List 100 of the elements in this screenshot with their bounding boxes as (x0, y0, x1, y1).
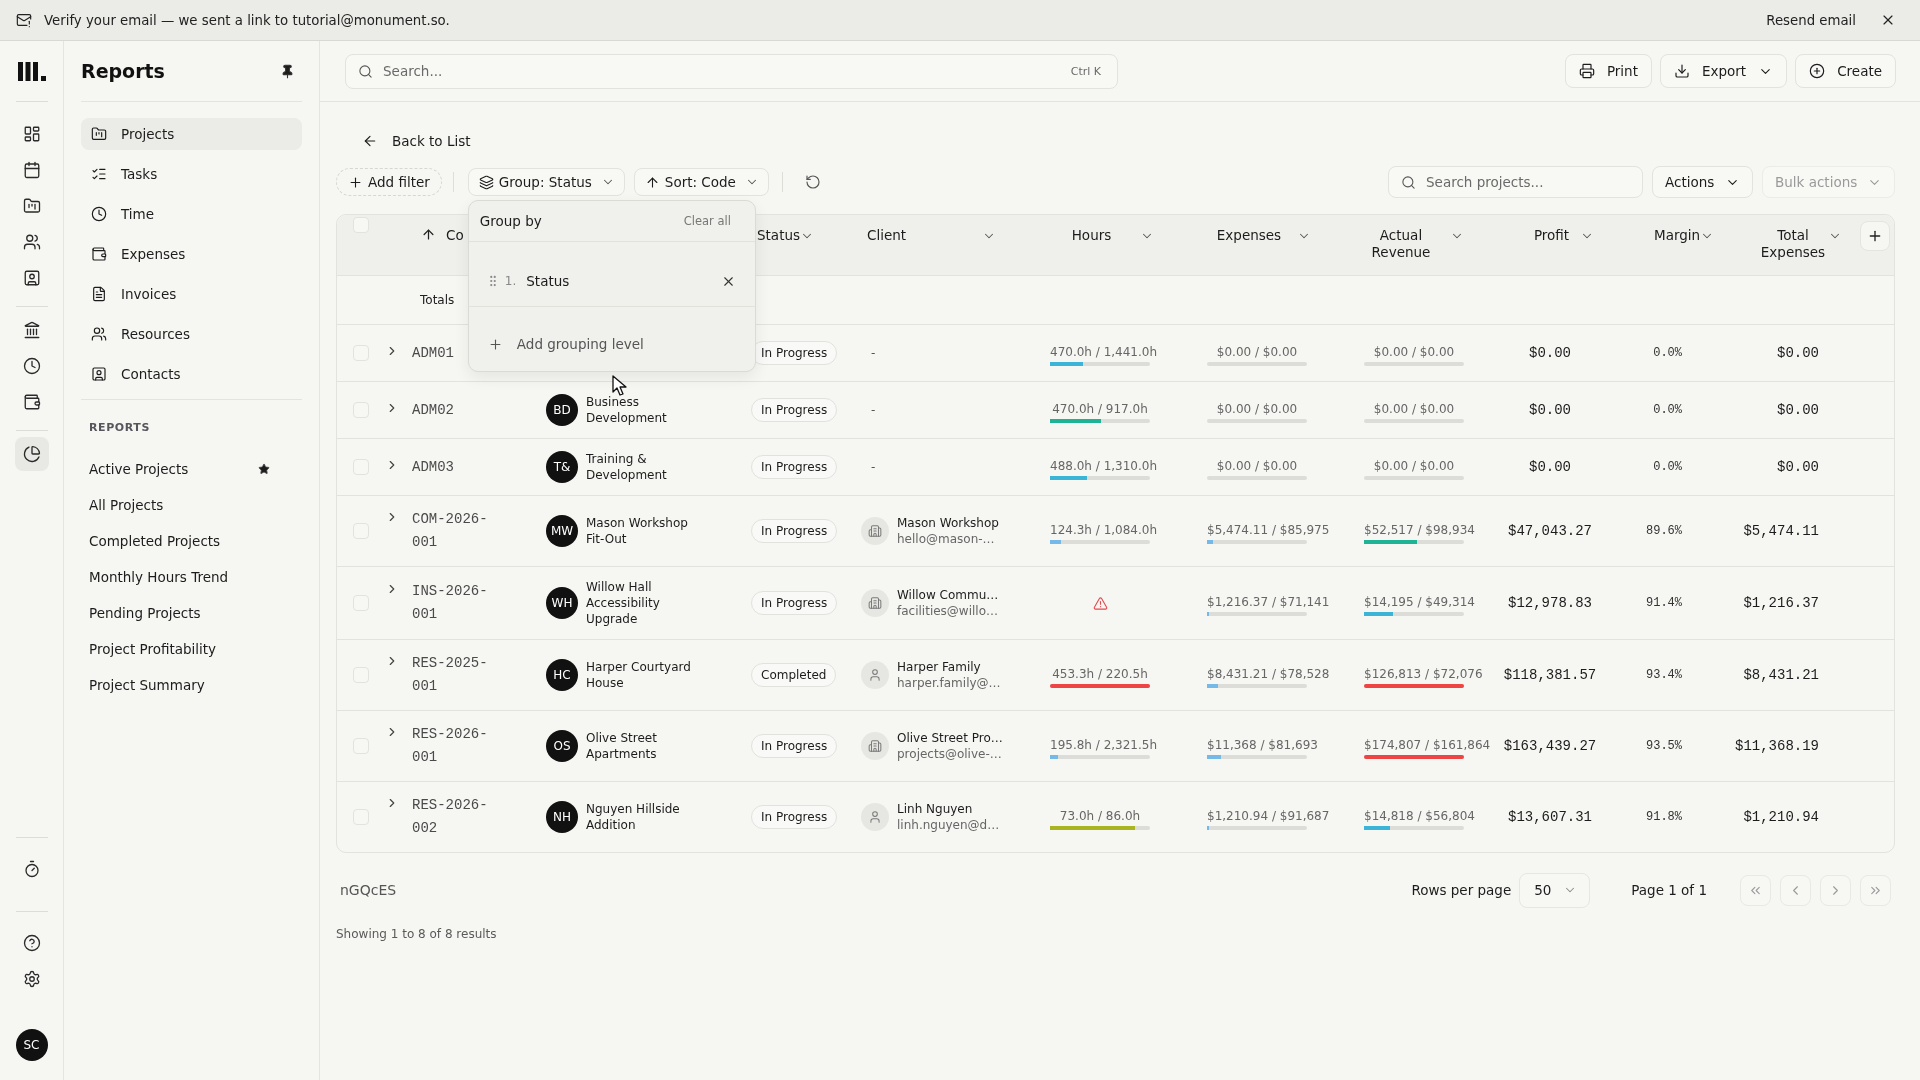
progress-text: 470.0h / 917.0h (1052, 400, 1148, 417)
nav-item[interactable]: Expenses (81, 238, 302, 270)
project-name: Business Development (586, 394, 668, 426)
calendar-icon[interactable] (22, 161, 41, 179)
profit-amount: $163,439.27 (1503, 738, 1597, 754)
export-button[interactable]: Export (1659, 54, 1788, 88)
empty-value: - (870, 346, 876, 360)
settings-icon[interactable] (22, 970, 41, 988)
report-link[interactable]: Project Profitability (81, 631, 302, 667)
search-projects-field[interactable]: Search projects... (1388, 166, 1643, 198)
expense-total: $1,216.37 (1743, 595, 1819, 611)
report-link[interactable]: Monthly Hours Trend (81, 559, 302, 595)
create-button[interactable]: Create (1795, 54, 1896, 88)
layers-icon (478, 174, 494, 190)
column-header[interactable]: Client (867, 227, 996, 244)
person-icon (861, 803, 889, 831)
column-header[interactable]: Actual Revenue (1366, 227, 1464, 261)
building-icon (861, 732, 889, 760)
report-link[interactable]: Active Projects (81, 451, 302, 487)
mail-icon (16, 12, 32, 28)
search-icon (1401, 174, 1416, 190)
rows-per-page-select[interactable]: 50 (1519, 872, 1591, 908)
column-header[interactable]: Status (757, 227, 815, 244)
nav-item[interactable]: Time (81, 198, 302, 230)
back-button[interactable]: Back to List (352, 125, 481, 157)
cursor-icon (612, 375, 629, 396)
progress-text: $126,813 / $72,076 (1364, 665, 1483, 682)
status-badge: In Progress (751, 398, 838, 422)
checklist-icon (91, 166, 107, 182)
progress-text: $52,517 / $98,934 (1364, 521, 1475, 538)
search-projects-input[interactable]: Search projects... (1426, 174, 1630, 190)
project-code: ADM03 (412, 457, 455, 477)
project-code: ADM01 (412, 343, 455, 363)
progress-text: $0.00 / $0.00 (1216, 457, 1298, 474)
project-name: Training & Development (586, 451, 668, 483)
panel-title: Reports (81, 60, 165, 82)
column-header[interactable]: Expenses (1216, 227, 1312, 244)
progress-text: 124.3h / 1,084.0h (1050, 521, 1158, 538)
search-field[interactable]: Search... Ctrl K (345, 53, 1118, 89)
expense-total: $5,474.11 (1743, 523, 1819, 539)
search-input[interactable]: Search... (383, 63, 1061, 79)
nav-item[interactable]: Contacts (81, 358, 302, 390)
stopwatch-icon[interactable] (22, 860, 41, 878)
contact-card-icon[interactable] (22, 269, 41, 287)
nav-item[interactable]: Projects (81, 118, 302, 150)
initials-avatar: OS (546, 730, 578, 762)
actions-button[interactable]: Actions (1652, 166, 1753, 198)
resend-email-button[interactable]: Resend email (1766, 8, 1856, 32)
pie-chart-icon[interactable] (14, 437, 49, 471)
status-badge: In Progress (751, 805, 838, 829)
document-icon (91, 286, 107, 302)
progress-text: $5,474.11 / $85,975 (1207, 521, 1330, 538)
people-icon (91, 326, 107, 342)
reset-icon[interactable] (804, 174, 821, 190)
initials-avatar: HC (546, 659, 578, 691)
bank-icon[interactable] (22, 321, 41, 339)
profit-amount: $0.00 (1529, 402, 1571, 418)
client-name: Linh Nguyen (897, 801, 974, 817)
margin-percent: 93.4% (1646, 668, 1682, 682)
people-icon[interactable] (22, 233, 41, 251)
clear-all-button[interactable]: Clear all (683, 214, 731, 228)
client-email: hello@mason-… (897, 531, 996, 547)
client-name: Harper Family (897, 659, 982, 675)
nav-item[interactable]: Invoices (81, 278, 302, 310)
project-code: ADM02 (412, 400, 455, 420)
column-header[interactable]: Total Expenses (1758, 227, 1842, 261)
column-header[interactable]: Margin (1654, 227, 1715, 244)
printer-icon (1578, 63, 1595, 79)
report-link[interactable]: All Projects (81, 487, 302, 523)
initials-avatar: NH (546, 801, 578, 833)
report-link[interactable]: Project Summary (81, 667, 302, 703)
wallet-icon (91, 246, 107, 262)
profit-amount: $13,607.31 (1508, 809, 1592, 825)
nav-item[interactable]: Tasks (81, 158, 302, 190)
plus-icon (487, 336, 503, 352)
print-button[interactable]: Print (1564, 54, 1652, 88)
arrow-left-icon (362, 133, 378, 149)
report-link[interactable]: Completed Projects (81, 523, 302, 559)
star-icon[interactable] (258, 463, 270, 475)
clock-icon[interactable] (22, 357, 41, 375)
column-header[interactable]: Profit (1533, 227, 1595, 244)
page-indicator: Page 1 of 1 (1631, 882, 1707, 898)
help-icon[interactable] (22, 934, 41, 952)
wallet-icon[interactable] (22, 393, 41, 411)
group-button[interactable]: Group: Status (467, 168, 625, 196)
progress-text: 73.0h / 86.0h (1059, 807, 1141, 824)
shortcut-hint: Ctrl K (1070, 64, 1101, 78)
pin-icon[interactable] (280, 63, 295, 79)
grid-icon[interactable] (22, 125, 41, 143)
progress-text: $0.00 / $0.00 (1216, 343, 1298, 360)
user-avatar[interactable]: SC (15, 1029, 48, 1061)
column-header[interactable]: Co (421, 227, 464, 244)
sort-button[interactable]: Sort: Code (633, 168, 769, 196)
column-header[interactable]: Hours (1071, 227, 1155, 244)
nav-item[interactable]: Resources (81, 318, 302, 350)
add-column-button[interactable] (1860, 221, 1890, 251)
report-link[interactable]: Pending Projects (81, 595, 302, 631)
add-grouping-level-button[interactable]: Add grouping level (487, 336, 644, 352)
initials-avatar: WH (546, 587, 578, 619)
folder-icon[interactable] (22, 197, 41, 215)
